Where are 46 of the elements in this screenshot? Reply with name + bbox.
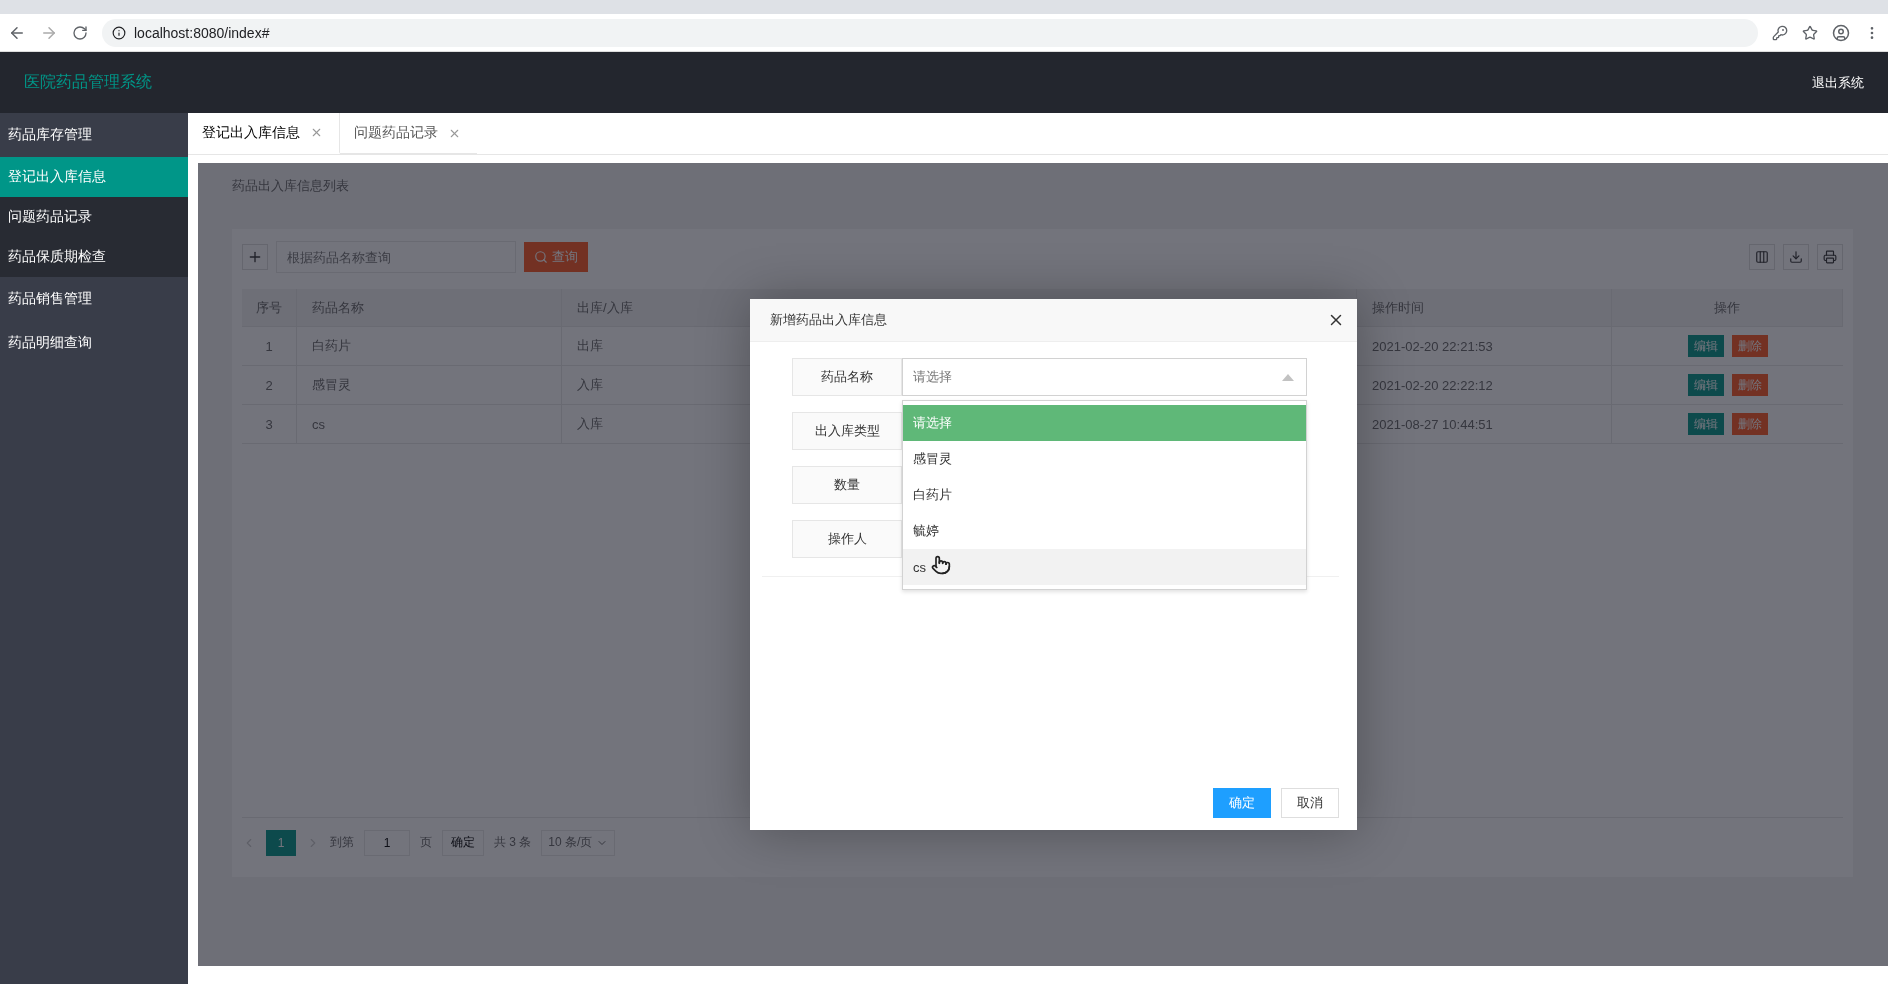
table-cell: 1 bbox=[242, 327, 297, 365]
dropdown-option[interactable]: 白药片 bbox=[903, 477, 1306, 513]
table-cell: cs bbox=[297, 405, 562, 443]
table-cell: 3 bbox=[242, 405, 297, 443]
key-icon[interactable] bbox=[1772, 24, 1788, 41]
sidebar-item[interactable]: 登记出入库信息 bbox=[0, 157, 188, 197]
select-field[interactable]: 请选择 bbox=[902, 358, 1307, 396]
print-icon[interactable] bbox=[1817, 244, 1843, 270]
caret-icon bbox=[1282, 373, 1294, 381]
table-cell: 感冒灵 bbox=[297, 366, 562, 404]
logout-link[interactable]: 退出系统 bbox=[1812, 73, 1864, 92]
dropdown-option[interactable]: cs bbox=[903, 549, 1306, 585]
cancel-button[interactable]: 取消 bbox=[1281, 788, 1339, 818]
tab-label: 问题药品记录 bbox=[354, 124, 438, 142]
info-icon bbox=[112, 25, 126, 40]
plus-icon bbox=[247, 249, 263, 265]
field-label: 药品名称 bbox=[792, 358, 902, 396]
close-icon[interactable] bbox=[310, 126, 323, 139]
total-count: 共 3 条 bbox=[494, 834, 532, 851]
app-title: 医院药品管理系统 bbox=[24, 72, 152, 92]
star-icon[interactable] bbox=[1802, 24, 1818, 41]
reload-icon[interactable] bbox=[72, 24, 88, 41]
table-cell: 2 bbox=[242, 366, 297, 404]
tab-label: 登记出入库信息 bbox=[202, 123, 300, 142]
url-text: localhost:8080/index# bbox=[134, 24, 270, 41]
sidebar-item[interactable]: 药品保质期检查 bbox=[0, 237, 188, 277]
goto-button[interactable]: 确定 bbox=[442, 829, 484, 856]
field-label: 出入库类型 bbox=[792, 412, 902, 450]
page-size-select[interactable]: 10 条/页 bbox=[541, 829, 616, 856]
sidebar-item[interactable]: 问题药品记录 bbox=[0, 197, 188, 237]
table-cell: 白药片 bbox=[297, 327, 562, 365]
page-unit: 页 bbox=[420, 834, 432, 851]
dropdown-option[interactable]: 感冒灵 bbox=[903, 441, 1306, 477]
pointer-icon bbox=[931, 555, 951, 575]
field-label: 数量 bbox=[792, 466, 902, 504]
confirm-button[interactable]: 确定 bbox=[1213, 788, 1271, 818]
dialog-title: 新增药品出入库信息 bbox=[770, 311, 887, 329]
field-label: 操作人 bbox=[792, 520, 902, 558]
profile-icon[interactable] bbox=[1832, 23, 1850, 42]
page-input[interactable]: 1 bbox=[364, 829, 410, 856]
dropdown-option[interactable]: 毓婷 bbox=[903, 513, 1306, 549]
export-icon[interactable] bbox=[1783, 244, 1809, 270]
add-button[interactable] bbox=[242, 244, 268, 270]
search-icon bbox=[534, 250, 548, 264]
address-bar[interactable]: localhost:8080/index# bbox=[102, 18, 1758, 47]
columns-icon[interactable] bbox=[1749, 244, 1775, 270]
